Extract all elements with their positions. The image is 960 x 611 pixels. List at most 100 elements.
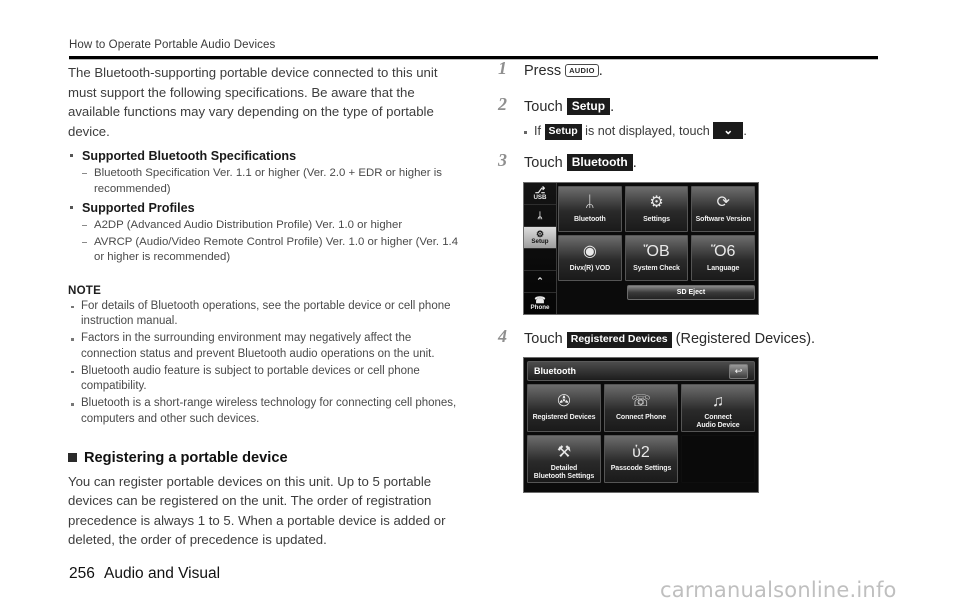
bluetooth-touch-key[interactable]: Bluetooth [566, 154, 633, 171]
header-divider [69, 56, 878, 60]
chevron-down-icon[interactable]: ⌄ [713, 122, 744, 139]
step-1: 1 Press AUDIO. [498, 58, 898, 82]
disc-icon: ◉ [582, 243, 597, 260]
page-section-label: Audio and Visual [104, 565, 221, 582]
spec-group-label: Supported Bluetooth Specifications [82, 149, 297, 163]
tile-label: Language [707, 265, 740, 272]
sidebar-item-bluetooth[interactable]: ᛦ [524, 205, 556, 227]
note-text: For details of Bluetooth operations, see… [81, 299, 451, 328]
bt-tile-empty [681, 435, 755, 483]
tile-label: Connect Audio Device [696, 413, 740, 430]
spec-group-bluetooth: Supported Bluetooth Specifications Bluet… [68, 147, 460, 197]
note-item: Factors in the surrounding environment m… [68, 331, 460, 363]
sidebar-item-label: Setup [531, 237, 549, 245]
registered-devices-touch-key[interactable]: Registered Devices [566, 332, 672, 348]
step-prefix: Touch [524, 331, 567, 347]
step-suffix: . [610, 99, 615, 115]
bt-tile-connect-phone[interactable]: ☏ Connect Phone [604, 384, 678, 432]
sidebar-item-blank[interactable] [524, 249, 556, 271]
sidebar-item-setup[interactable]: ⚙ Setup [524, 226, 556, 249]
bt-tile-detailed-bluetooth-settings[interactable]: ⚒ Detailed Bluetooth Settings [527, 435, 601, 483]
setup-tile-settings[interactable]: ⚙ Settings [624, 186, 689, 232]
bullet-dot-icon [71, 403, 74, 406]
note-text: Bluetooth audio feature is subject to po… [81, 364, 420, 393]
spec-group-label: Supported Profiles [82, 201, 195, 215]
substep-middle: is not displayed, touch [581, 124, 714, 138]
spec-group-profiles: Supported Profiles A2DP (Advanced Audio … [68, 199, 460, 266]
chevron-up-icon: ⌃ [536, 275, 544, 286]
section-body: You can register portable devices on thi… [68, 473, 446, 548]
step-text: Touch Setup. [524, 98, 615, 115]
checklist-icon: ὌB [643, 243, 670, 260]
spec-sub-list: Bluetooth Specification Ver. 1.1 or high… [82, 166, 460, 197]
tile-label: Software Version [695, 216, 751, 223]
setup-touch-key[interactable]: Setup [544, 124, 582, 140]
sidebar-item-phone[interactable]: ☎ Phone [524, 293, 556, 314]
note-text: Factors in the surrounding environment m… [81, 332, 435, 360]
step-2-substep: If Setup is not displayed, touch ⌄. [498, 122, 898, 141]
bullet-dash-icon [82, 173, 87, 174]
note-text: Bluetooth is a short-range wireless tech… [81, 397, 457, 426]
setup-tile-grid: ᛦ Bluetooth ⚙ Settings ⟳ Software Versio… [558, 186, 756, 311]
sidebar-item-usb[interactable]: ⎇ USB [524, 183, 556, 205]
tile-label: System Check [633, 265, 680, 272]
bullet-dot-icon [70, 154, 73, 157]
step-number: 2 [498, 94, 507, 114]
tile-label: Registered Devices [532, 414, 596, 421]
bt-tile-connect-audio-device[interactable]: ♫ Connect Audio Device [681, 384, 755, 432]
step-prefix: Touch [524, 99, 567, 115]
spec-list: Supported Bluetooth Specifications Bluet… [68, 147, 460, 266]
tile-label: Passcode Settings [610, 465, 672, 472]
setup-tile-bluetooth[interactable]: ᛦ Bluetooth [558, 186, 622, 232]
setup-tile-divx-vod[interactable]: ◉ Divx(R) VOD [558, 235, 622, 281]
setup-screen-sidebar: ⎇ USB ᛦ ⚙ Setup ⌃ ☎ Phone [524, 183, 557, 314]
page-header-title: How to Operate Portable Audio Devices [69, 39, 276, 51]
left-column: The Bluetooth-supporting portable device… [68, 63, 460, 550]
book-icon: Ὅ6 [710, 243, 736, 260]
audio-device-icon: ♫ [712, 392, 724, 410]
bt-tile-passcode-settings[interactable]: ὑ2 Passcode Settings [604, 435, 678, 483]
spec-sub-text: AVRCP (Audio/Video Remote Control Profil… [94, 235, 459, 264]
bt-tile-registered-devices[interactable]: ✇ Registered Devices [527, 384, 601, 432]
setup-tile-row: ᛦ Bluetooth ⚙ Settings ⟳ Software Versio… [558, 186, 756, 232]
setup-tile-row: ◉ Divx(R) VOD ὌB System Check Ὅ6 Languag… [558, 235, 756, 281]
bluetooth-screen-title: Bluetooth [534, 366, 576, 376]
setup-touch-key[interactable]: Setup [566, 98, 611, 115]
tile-label: Bluetooth [573, 216, 606, 223]
step-text: Press AUDIO. [524, 63, 603, 79]
step-text: Touch Bluetooth. [524, 154, 637, 171]
back-arrow-icon[interactable]: ↩ [729, 363, 748, 379]
bullet-dot-icon [71, 370, 74, 374]
step-number: 1 [498, 58, 507, 78]
bluetooth-icon: ᛦ [585, 194, 595, 211]
step-2: 2 Touch Setup. [498, 94, 898, 118]
square-bullet-icon [68, 453, 77, 463]
bluetooth-tile-row: ⚒ Detailed Bluetooth Settings ὑ2 Passcod… [527, 435, 755, 483]
audio-hardkey-button[interactable]: AUDIO [565, 64, 599, 77]
substep-prefix: If [534, 124, 545, 138]
note-list: For details of Bluetooth operations, see… [68, 299, 460, 428]
sidebar-item-label: USB [533, 193, 547, 201]
tile-label: Connect Phone [615, 414, 667, 421]
setup-screen-screenshot: ⎇ USB ᛦ ⚙ Setup ⌃ ☎ Phone ᛦ Bluetooth ⚙ … [523, 182, 759, 315]
bullet-dot-icon [71, 338, 74, 341]
setup-tile-language[interactable]: Ὅ6 Language [691, 235, 756, 281]
sidebar-item-label: Phone [530, 303, 550, 311]
watermark: carmanualsonline.info [660, 578, 897, 602]
sidebar-item-scroll-up[interactable]: ⌃ [524, 271, 556, 293]
bullet-dot-icon [70, 206, 73, 209]
note-item: For details of Bluetooth operations, see… [68, 299, 460, 331]
refresh-circle-icon: ⟳ [716, 194, 730, 211]
setup-eject-row: SD Eject [558, 285, 755, 300]
tools-icon: ⚒ [556, 443, 572, 461]
step-3: 3 Touch Bluetooth. [498, 150, 898, 174]
spec-sub-text: Bluetooth Specification Ver. 1.1 or high… [94, 167, 442, 195]
setup-tile-software-version[interactable]: ⟳ Software Version [691, 186, 756, 232]
substep-text: If Setup is not displayed, touch ⌄. [534, 122, 747, 140]
spec-sub-list: A2DP (Advanced Audio Distribution Profil… [82, 218, 460, 266]
note-item: Bluetooth audio feature is subject to po… [68, 364, 460, 396]
step-prefix: Press [524, 63, 566, 79]
sd-eject-button[interactable]: SD Eject [627, 285, 755, 300]
tile-label: Settings [643, 216, 670, 223]
setup-tile-system-check[interactable]: ὌB System Check [624, 235, 689, 281]
